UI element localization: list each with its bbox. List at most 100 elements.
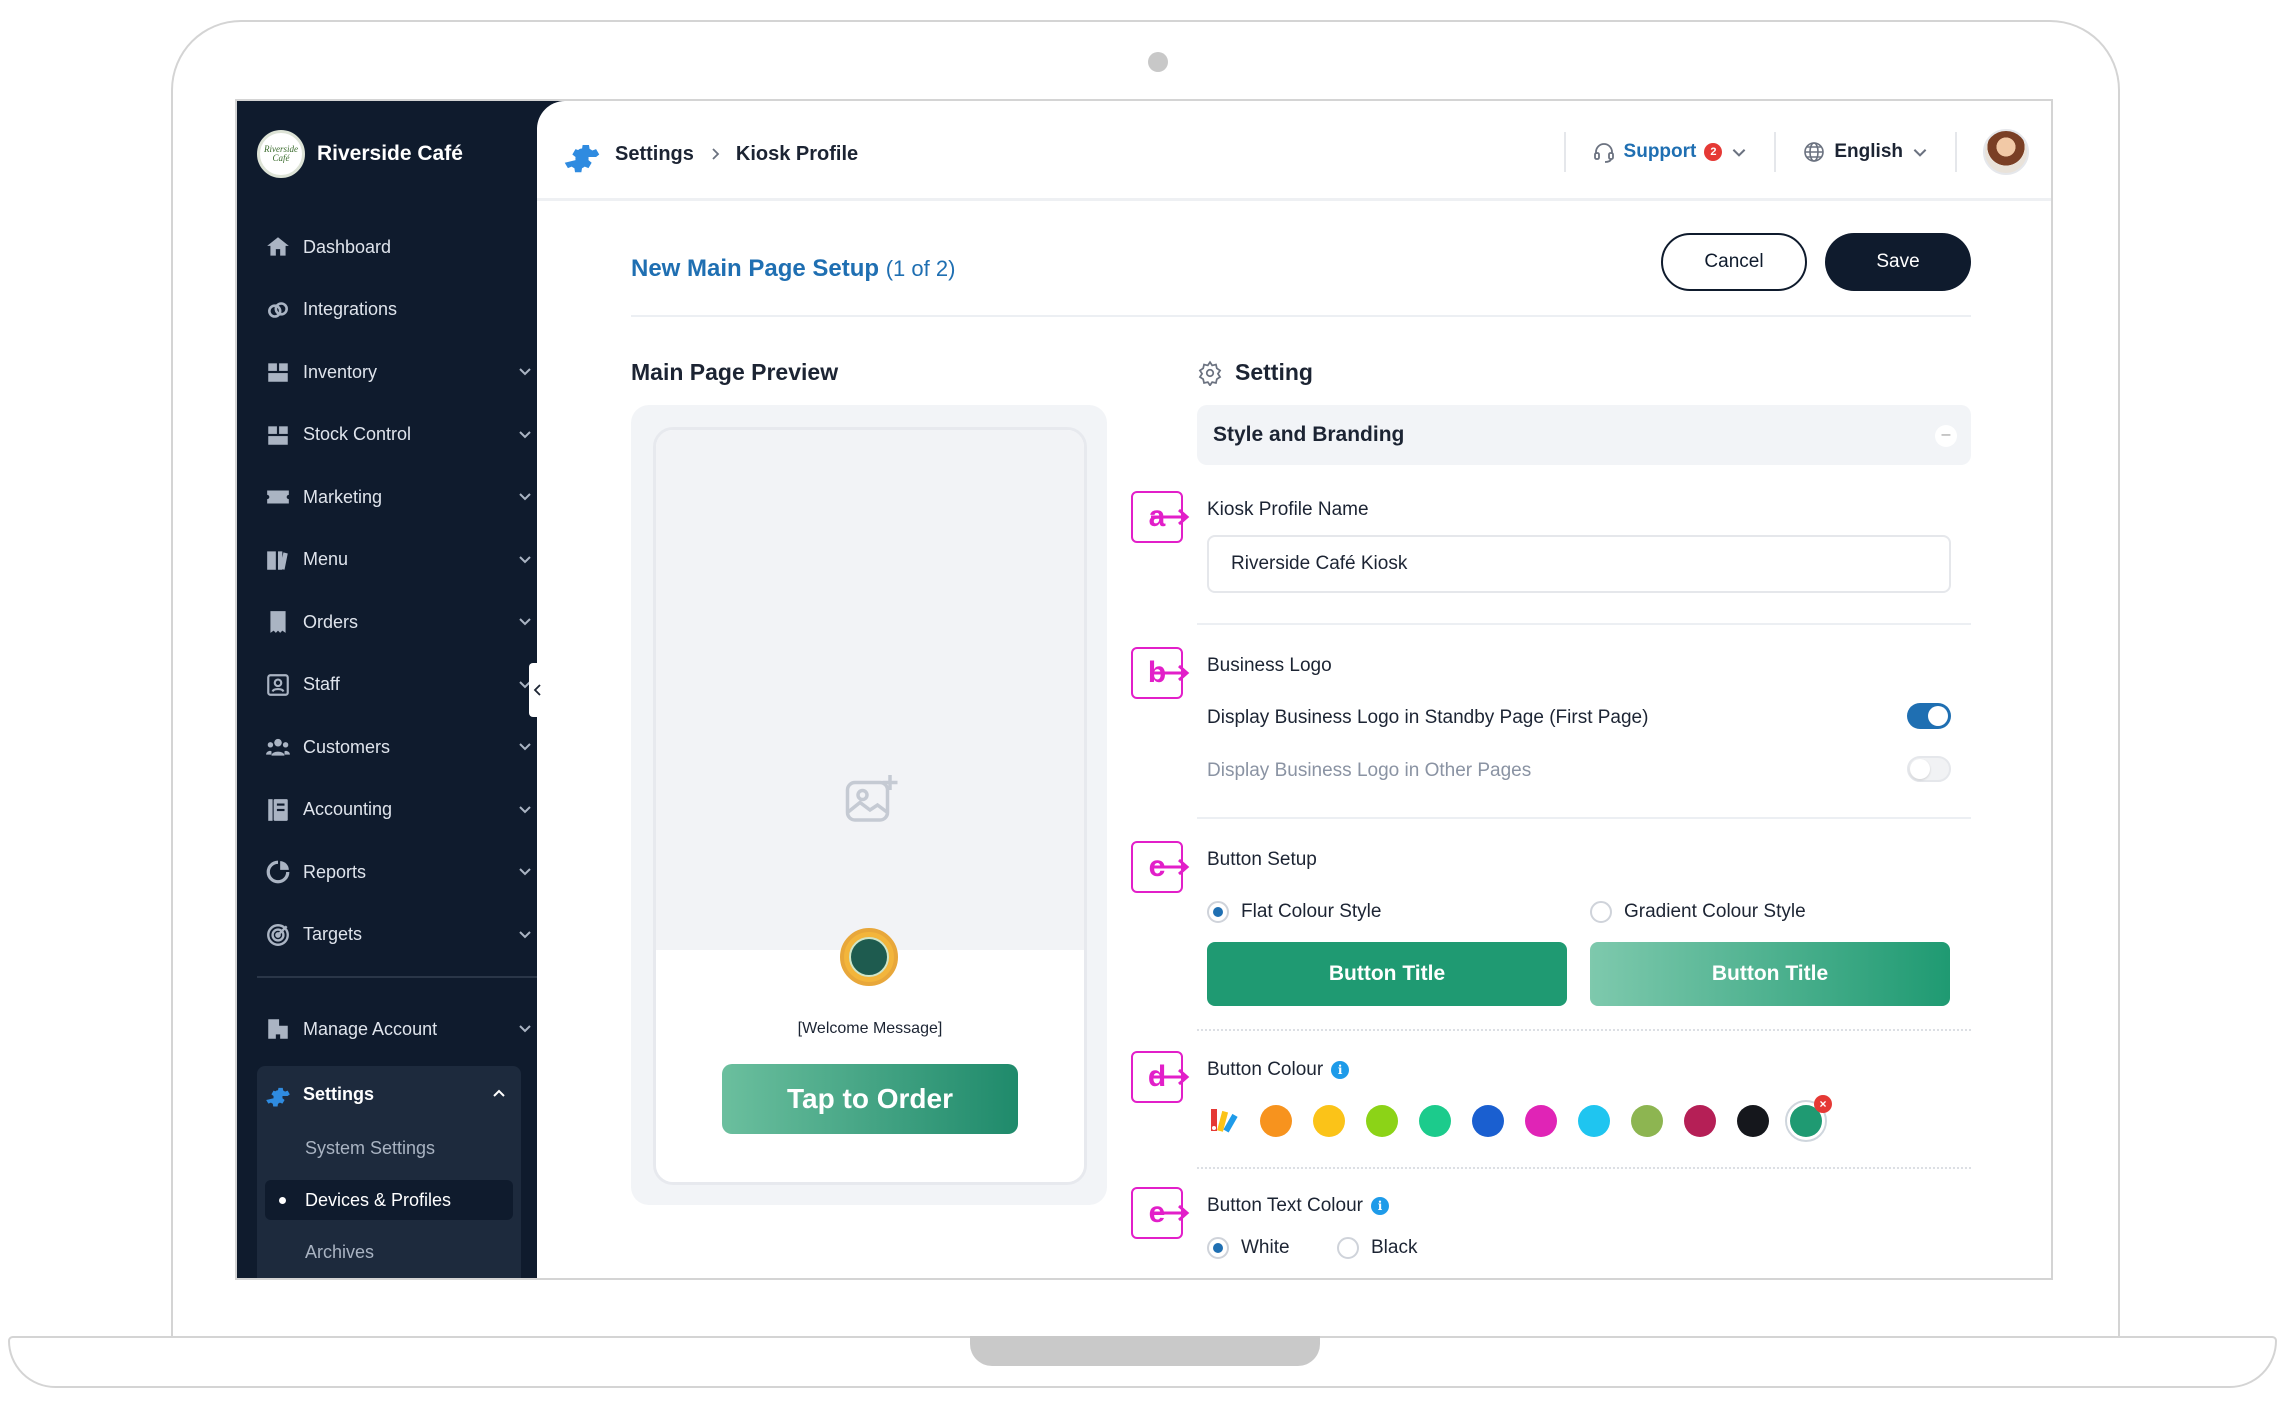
- info-icon[interactable]: i: [1331, 1060, 1350, 1079]
- gradient-style-radio[interactable]: Gradient Colour Style: [1590, 901, 1806, 923]
- colour-swatch-yellow[interactable]: [1313, 1105, 1345, 1137]
- sidebar-item-inventory[interactable]: Inventory: [257, 341, 547, 404]
- collapse-icon[interactable]: –: [1935, 425, 1957, 447]
- tap-to-order-button[interactable]: Tap to Order: [722, 1064, 1018, 1134]
- black-text-radio[interactable]: Black: [1337, 1237, 1417, 1259]
- background-image-placeholder[interactable]: [656, 430, 1084, 950]
- cancel-button[interactable]: Cancel: [1661, 233, 1807, 291]
- colour-swatch-olive[interactable]: [1631, 1105, 1663, 1137]
- colour-swatch-magenta[interactable]: [1525, 1105, 1557, 1137]
- toggle-row-other: Display Business Logo in Other Pages: [1207, 756, 1951, 786]
- sidebar-item-manage-account[interactable]: Manage Account: [257, 998, 547, 1061]
- button-text-colour-label-text: Button Text Colour: [1207, 1195, 1363, 1216]
- ledger-icon: [268, 798, 288, 821]
- chevron-down-icon: [519, 555, 531, 563]
- white-text-radio[interactable]: White: [1207, 1237, 1290, 1259]
- colour-swatch-cyan[interactable]: [1578, 1105, 1610, 1137]
- colour-swatch-green-selected[interactable]: ×: [1785, 1095, 1832, 1142]
- divider: [1955, 132, 1957, 172]
- sidebar-item-accounting[interactable]: Accounting: [257, 779, 547, 842]
- divider: [1197, 817, 1971, 819]
- sidebar-subitem-archives[interactable]: Archives: [257, 1226, 521, 1278]
- gradient-style-preview-button[interactable]: Button Title: [1590, 942, 1950, 1006]
- sidebar-item-label: Menu: [303, 549, 349, 570]
- sidebar-item-label: Integrations: [303, 299, 398, 320]
- sidebar-item-label: Orders: [303, 611, 359, 632]
- save-button[interactable]: Save: [1825, 233, 1971, 291]
- avatar[interactable]: [1983, 129, 2029, 175]
- sidebar-item-stock-control[interactable]: Stock Control: [257, 404, 547, 467]
- arrow-right-icon: [1151, 1068, 1190, 1086]
- sidebar-item-reports[interactable]: Reports: [257, 841, 547, 904]
- sidebar-item-dashboard[interactable]: Dashboard: [257, 216, 547, 279]
- chevron-down-icon: [519, 618, 531, 626]
- language-menu[interactable]: English: [1802, 140, 1929, 164]
- toggle-label: Display Business Logo in Standby Page (F…: [1207, 707, 1649, 728]
- sidebar-item-orders[interactable]: Orders: [257, 591, 547, 654]
- chevron-down-icon: [519, 493, 531, 501]
- colour-swatch-black[interactable]: [1737, 1105, 1769, 1137]
- laptop-notch: [970, 1336, 1320, 1366]
- sidebar-item-customers[interactable]: Customers: [257, 716, 547, 779]
- colour-swatch-crimson[interactable]: [1684, 1105, 1716, 1137]
- other-pages-logo-toggle[interactable]: [1907, 756, 1951, 782]
- sidebar-item-targets[interactable]: Targets: [257, 904, 547, 967]
- gear-outline-icon: [1198, 360, 1222, 386]
- ticket-icon: [267, 490, 289, 504]
- topbar: Settings Kiosk Profile Support 2 English: [537, 101, 2051, 201]
- chevron-down-icon: [519, 868, 531, 876]
- chevron-down-icon: [519, 1025, 531, 1033]
- main-content: Settings Kiosk Profile Support 2 English…: [537, 101, 2051, 1278]
- add-image-icon: [845, 775, 898, 822]
- boxes-icon: [268, 426, 288, 445]
- flat-style-radio[interactable]: Flat Colour Style: [1207, 901, 1381, 923]
- colour-swatch-mint[interactable]: [1419, 1105, 1451, 1137]
- sidebar-item-label: Accounting: [303, 799, 393, 820]
- kiosk-profile-name-input[interactable]: [1207, 535, 1951, 593]
- remove-colour-icon[interactable]: ×: [1814, 1095, 1832, 1113]
- business-logo: [840, 928, 898, 986]
- divider: [1197, 1167, 1971, 1169]
- chevron-down-icon: [1733, 149, 1746, 157]
- sidebar-divider: [257, 976, 547, 978]
- colour-swatch-orange[interactable]: [1260, 1105, 1292, 1137]
- business-logo-inner: [849, 937, 889, 977]
- sidebar-subitem-system-settings[interactable]: System Settings: [257, 1122, 521, 1174]
- sidebar-collapse-button[interactable]: [529, 663, 547, 717]
- sidebar-subitem-devices-profiles[interactable]: Devices & Profiles: [265, 1180, 513, 1220]
- setting-title-text: Setting: [1235, 359, 1313, 385]
- chevron-down-icon: [519, 805, 531, 813]
- arrow-right-icon: [1151, 508, 1190, 526]
- flat-style-preview-button[interactable]: Button Title: [1207, 942, 1567, 1006]
- topbar-actions: Support 2 English: [1538, 129, 2029, 175]
- kiosk-preview: [Welcome Message] Tap to Order: [653, 427, 1087, 1185]
- preview-panel: [Welcome Message] Tap to Order: [631, 405, 1107, 1205]
- sidebar-item-staff[interactable]: Staff: [257, 654, 547, 717]
- breadcrumb-settings[interactable]: Settings: [615, 143, 694, 166]
- style-branding-section[interactable]: Style and Branding –: [1197, 405, 1971, 465]
- support-menu[interactable]: Support 2: [1592, 140, 1749, 164]
- sidebar-item-integrations[interactable]: Integrations: [257, 279, 547, 342]
- colour-palette-icon[interactable]: [1207, 1105, 1239, 1137]
- brand-name: Riverside Café: [317, 142, 463, 165]
- info-icon[interactable]: i: [1370, 1196, 1389, 1215]
- sidebar-item-marketing[interactable]: Marketing: [257, 466, 547, 529]
- divider: [1197, 623, 1971, 625]
- sidebar-item-label: Targets: [303, 924, 363, 945]
- pie-chart-icon: [266, 860, 290, 884]
- chevron-right-icon: [712, 148, 720, 160]
- camera-dot: [1148, 52, 1168, 72]
- sidebar-item-menu[interactable]: Menu: [257, 529, 547, 592]
- colour-swatch-blue[interactable]: [1472, 1105, 1504, 1137]
- standby-logo-toggle[interactable]: [1907, 703, 1951, 729]
- chevron-down-icon: [519, 743, 531, 751]
- brand[interactable]: Riverside Café Riverside Café: [257, 129, 463, 179]
- laptop-mockup: Riverside Café Riverside Café Dashboard …: [0, 0, 2285, 1408]
- sidebar-item-settings[interactable]: Settings: [257, 1066, 521, 1122]
- book-icon: [267, 551, 288, 570]
- page-header: New Main Page Setup (1 of 2) Cancel Save: [631, 233, 1971, 317]
- colour-swatch-lime[interactable]: [1366, 1105, 1398, 1137]
- breadcrumb: Settings Kiosk Profile: [563, 135, 858, 173]
- sidebar-item-label: Staff: [303, 674, 340, 695]
- chevron-down-icon: [519, 430, 531, 438]
